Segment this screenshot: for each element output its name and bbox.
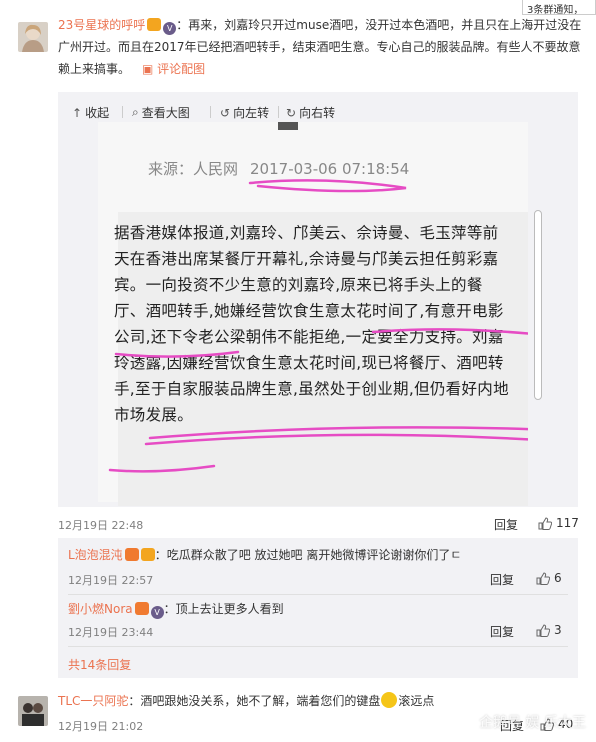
vip-badge-icon	[134, 602, 149, 615]
like-button[interactable]: 117	[538, 516, 579, 530]
reply-username[interactable]: 劉小燃Nora	[68, 602, 133, 616]
rotate-right-button[interactable]: ↻ 向右转	[286, 104, 335, 121]
comment-image-link[interactable]: ▣ 评论配图	[142, 62, 205, 76]
watermark: 企鹅号 娱 乐大王	[479, 715, 586, 731]
collapse-button[interactable]: ↑ 收起	[72, 104, 109, 121]
comment-text: TLC一只阿驼：酒吧跟她没关系，她不了解，端着您们的键盘 滚远点	[58, 690, 582, 712]
divider	[210, 106, 211, 118]
article-text: 据香港媒体报道,刘嘉玲、邝美云、佘诗曼、毛玉萍等前天在香港出席某餐厅开幕礼,佘诗…	[114, 224, 509, 424]
like-count: 117	[556, 516, 579, 530]
search-icon: ⌕	[132, 105, 139, 119]
comment-image[interactable]: 来源：人民网 2017-03-06 07:18:54 据香港媒体报道,刘嘉玲、邝美…	[98, 122, 528, 506]
comment-body: ：酒吧跟她没关系，她不了解，端着您们的键盘	[128, 694, 381, 708]
comment-image-label: 评论配图	[157, 62, 206, 76]
member-icon: V	[163, 22, 177, 35]
reply-button[interactable]: 回复	[490, 571, 514, 588]
emoji-icon	[381, 692, 398, 708]
thumbs-up-icon	[536, 571, 550, 585]
scrollbar[interactable]	[534, 210, 542, 400]
view-large-label: 查看大图	[141, 106, 190, 120]
image-preview: 来源：人民网 2017-03-06 07:18:54 据香港媒体报道,刘嘉玲、邝美…	[58, 92, 578, 507]
comment-text: 23号星球的呼呼 V ：再来，刘嘉玲只开过muse酒吧，没开过本色酒吧，并且只在上海…	[58, 14, 582, 80]
reply-text: ：吃瓜群众散了吧 放过她吧 离开她微博评论谢谢你们了ㄷ	[154, 548, 462, 562]
comment-username[interactable]: TLC一只阿驼	[58, 694, 128, 708]
comment-body-end: 滚远点	[398, 694, 435, 708]
member-icon: V	[150, 606, 164, 619]
rotate-right-icon: ↻	[286, 105, 297, 120]
avatar[interactable]	[18, 696, 48, 726]
comment-username[interactable]: 23号星球的呼呼	[58, 18, 145, 32]
reply-list: L泡泡混沌 ：吃瓜群众散了吧 放过她吧 离开她微博评论谢谢你们了ㄷ 12月19日 …	[58, 538, 578, 678]
reply-username[interactable]: L泡泡混沌	[68, 548, 123, 562]
avatar[interactable]	[18, 22, 48, 52]
reply-divider	[68, 594, 568, 595]
rotate-left-icon: ↺	[220, 105, 231, 120]
thumbs-up-icon	[536, 623, 550, 637]
vip-badge-icon	[147, 18, 162, 31]
thumbs-up-icon	[538, 516, 552, 530]
arrow-up-icon: ↑	[72, 105, 83, 120]
reply-text: ：顶上去让更多人看到	[163, 602, 284, 616]
image-icon: ▣	[142, 62, 158, 76]
image-toolbar: ↑ 收起 ⌕ 查看大图 ↺ 向左转 ↻ 向右转	[58, 92, 578, 130]
article-source: 来源：人民网 2017-03-06 07:18:54	[148, 158, 409, 179]
view-large-button[interactable]: ⌕ 查看大图	[132, 104, 190, 121]
source-label: 来源：人民网	[148, 160, 239, 178]
divider	[122, 106, 123, 118]
reply-time: 12月19日 23:44	[68, 626, 154, 639]
rotate-left-button[interactable]: ↺ 向左转	[220, 104, 269, 121]
comment-item: 23号星球的呼呼 V ：再来，刘嘉玲只开过muse酒吧，没开过本色酒吧，并且只在上海…	[0, 0, 596, 535]
reply-button[interactable]: 回复	[494, 516, 518, 533]
comment-time: 12月19日 21:02	[58, 720, 144, 733]
collapse-label: 收起	[85, 106, 110, 120]
reply-time: 12月19日 22:57	[68, 574, 154, 587]
like-button[interactable]: 3	[536, 623, 562, 637]
reply-button[interactable]: 回复	[490, 623, 514, 640]
medal-icon	[140, 548, 155, 561]
comment-time: 12月19日 22:48	[58, 519, 144, 532]
reply-divider	[68, 646, 568, 647]
reply-item: 劉小燃Nora V ：顶上去让更多人看到	[68, 600, 568, 619]
divider	[278, 106, 279, 118]
like-button[interactable]: 6	[536, 571, 562, 585]
like-count: 6	[554, 571, 562, 585]
more-replies-link[interactable]: 共14条回复	[68, 656, 131, 673]
like-count: 3	[554, 623, 562, 637]
reply-item: L泡泡混沌 ：吃瓜群众散了吧 放过她吧 离开她微博评论谢谢你们了ㄷ	[68, 546, 568, 564]
source-time: 2017-03-06 07:18:54	[250, 160, 410, 178]
rotate-right-label: 向右转	[299, 106, 336, 120]
vip-badge-icon	[124, 548, 139, 561]
rotate-left-label: 向左转	[233, 106, 270, 120]
